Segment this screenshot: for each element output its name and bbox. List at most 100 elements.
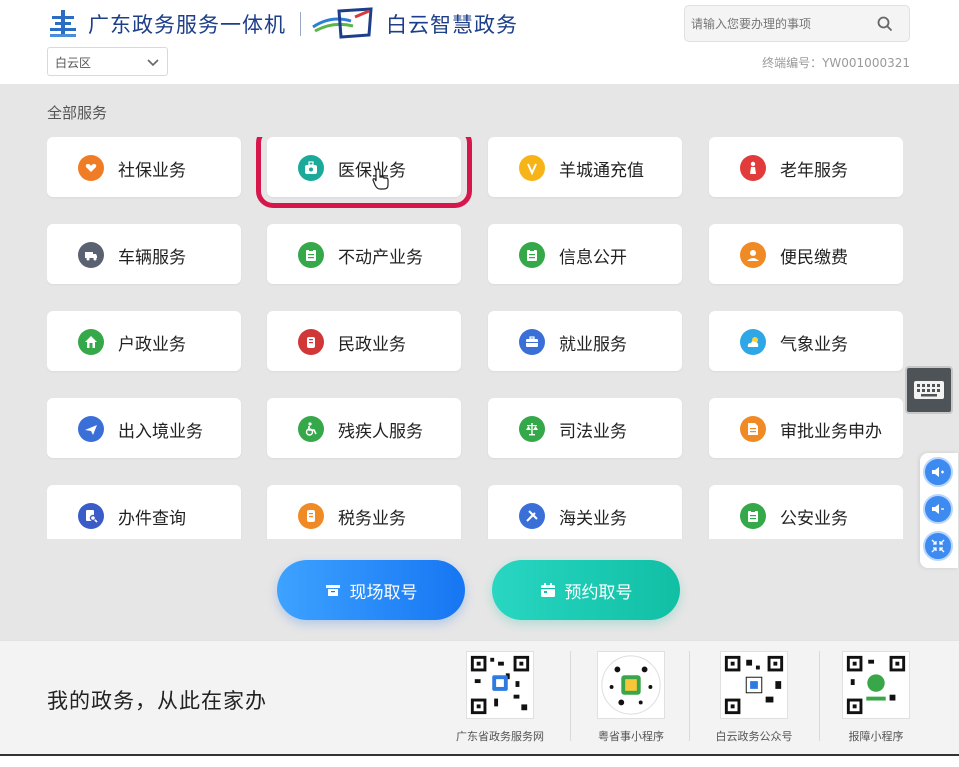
service-card-info-disclosure[interactable]: 信息公开	[488, 224, 682, 284]
section-title: 全部服务	[47, 104, 108, 122]
baiyun-logo-icon	[312, 7, 373, 39]
header: 广东政务服务一体机 白云智慧政务 白云区 终端编号：YW001000321	[0, 0, 959, 85]
book-number-label: 预约取号	[564, 582, 633, 603]
collapse-arrows-icon	[931, 539, 945, 553]
qr-code-yueshengshi-icon	[597, 651, 665, 719]
truck-icon	[78, 242, 104, 268]
qr-label: 广东省政务服务网	[456, 730, 544, 743]
service-card-customs[interactable]: 海关业务	[488, 485, 682, 539]
service-label: 海关业务	[559, 509, 627, 529]
doc-search-icon	[78, 503, 104, 529]
calendar-icon	[540, 583, 555, 597]
gd-service-logo-icon	[50, 10, 76, 37]
tax-icon	[298, 503, 324, 529]
search-input[interactable]	[691, 14, 871, 34]
service-label: 公安业务	[780, 509, 848, 529]
footer-slogan: 我的政务，从此在家办	[47, 689, 267, 713]
hand-cursor-icon	[372, 168, 389, 190]
service-grid: 社保业务 医保业务 羊城通充值 老年服务 车辆服务 不动产业务 信息公开 便民缴…	[47, 137, 903, 539]
main-content: 全部服务 社保业务 医保业务 羊城通充值 老年服务 车辆服务 不动产业务 信息公…	[0, 85, 959, 640]
service-card-medical-insurance[interactable]: 医保业务	[256, 137, 472, 208]
chevron-down-icon	[147, 59, 159, 67]
service-card-weather[interactable]: 气象业务	[709, 311, 903, 371]
qr-label: 粤省事小程序	[598, 730, 664, 743]
take-number-button[interactable]: 现场取号	[277, 560, 465, 620]
document-icon	[740, 416, 766, 442]
keyboard-icon	[914, 381, 944, 399]
medical-bag-icon	[298, 155, 324, 181]
v-card-icon	[519, 155, 545, 181]
district-select[interactable]: 白云区	[47, 47, 168, 76]
weather-icon	[740, 329, 766, 355]
clipboard-icon	[298, 242, 324, 268]
service-card-real-estate[interactable]: 不动产业务	[267, 224, 461, 284]
plane-icon	[78, 416, 104, 442]
service-card-social-security[interactable]: 社保业务	[47, 137, 241, 197]
service-card-case-query[interactable]: 办件查询	[47, 485, 241, 539]
payment-icon	[740, 242, 766, 268]
service-label: 信息公开	[559, 248, 627, 268]
service-card-public-security[interactable]: 公安业务	[709, 485, 903, 539]
service-card-utility-payment[interactable]: 便民缴费	[709, 224, 903, 284]
ticket-icon	[325, 585, 340, 596]
service-label: 羊城通充值	[559, 161, 644, 181]
service-card-disabled[interactable]: 残疾人服务	[267, 398, 461, 458]
volume-down-icon	[932, 504, 944, 514]
civil-affairs-icon	[298, 329, 324, 355]
collapse-button[interactable]	[923, 531, 953, 561]
clipboard-icon	[740, 503, 766, 529]
heart-hands-icon	[78, 155, 104, 181]
service-label: 老年服务	[780, 161, 848, 181]
book-number-button[interactable]: 预约取号	[492, 560, 680, 620]
service-card-exit-entry[interactable]: 出入境业务	[47, 398, 241, 458]
scales-icon	[519, 416, 545, 442]
service-label: 司法业务	[559, 422, 627, 442]
service-label: 税务业务	[338, 509, 406, 529]
service-label: 民政业务	[338, 335, 406, 355]
service-card-approval[interactable]: 审批业务申办	[709, 398, 903, 458]
service-card-judicial[interactable]: 司法业务	[488, 398, 682, 458]
district-select-value: 白云区	[55, 56, 92, 70]
service-label: 就业服务	[559, 335, 627, 355]
service-card-elderly[interactable]: 老年服务	[709, 137, 903, 197]
clipboard-icon	[519, 242, 545, 268]
briefcase-icon	[519, 329, 545, 355]
service-label: 不动产业务	[338, 248, 423, 268]
service-label: 社保业务	[118, 161, 186, 181]
qr-code-report-issue-icon	[842, 651, 910, 719]
bottom-edge	[0, 754, 959, 767]
qr-code-baiyun-official-icon	[720, 651, 788, 719]
service-label: 残疾人服务	[338, 422, 423, 442]
virtual-keyboard-button[interactable]	[905, 366, 953, 414]
search-icon[interactable]	[877, 16, 893, 32]
service-card-vehicle[interactable]: 车辆服务	[47, 224, 241, 284]
service-card-tax[interactable]: 税务业务	[267, 485, 461, 539]
service-label: 气象业务	[780, 335, 848, 355]
take-number-label: 现场取号	[349, 582, 418, 603]
service-label: 车辆服务	[118, 248, 186, 268]
side-control-panel	[920, 453, 958, 568]
service-label: 审批业务申办	[780, 422, 882, 442]
brand-secondary-title: 白云智慧政务	[386, 13, 518, 37]
brand-divider	[300, 12, 301, 36]
qr-label: 报障小程序	[848, 730, 904, 743]
volume-down-button[interactable]	[923, 494, 953, 524]
service-label: 户政业务	[118, 335, 186, 355]
tools-icon	[519, 503, 545, 529]
brand-primary-title: 广东政务服务一体机	[88, 13, 286, 37]
service-card-household[interactable]: 户政业务	[47, 311, 241, 371]
qr-code-gd-service-icon	[466, 651, 534, 719]
volume-up-button[interactable]	[923, 457, 953, 487]
house-icon	[78, 329, 104, 355]
elderly-icon	[740, 155, 766, 181]
service-label: 办件查询	[118, 509, 186, 529]
search-box[interactable]	[684, 5, 910, 42]
service-card-yangchengtong[interactable]: 羊城通充值	[488, 137, 682, 197]
footer: 我的政务，从此在家办 广东省政务服务网 粤省事小程序 白云政务公众号 报障小程序	[0, 640, 959, 754]
service-card-civil-affairs[interactable]: 民政业务	[267, 311, 461, 371]
service-label: 便民缴费	[780, 248, 848, 268]
qr-label: 白云政务公众号	[715, 730, 793, 743]
service-card-employment[interactable]: 就业服务	[488, 311, 682, 371]
volume-up-icon	[932, 467, 944, 477]
service-label: 出入境业务	[118, 422, 203, 442]
